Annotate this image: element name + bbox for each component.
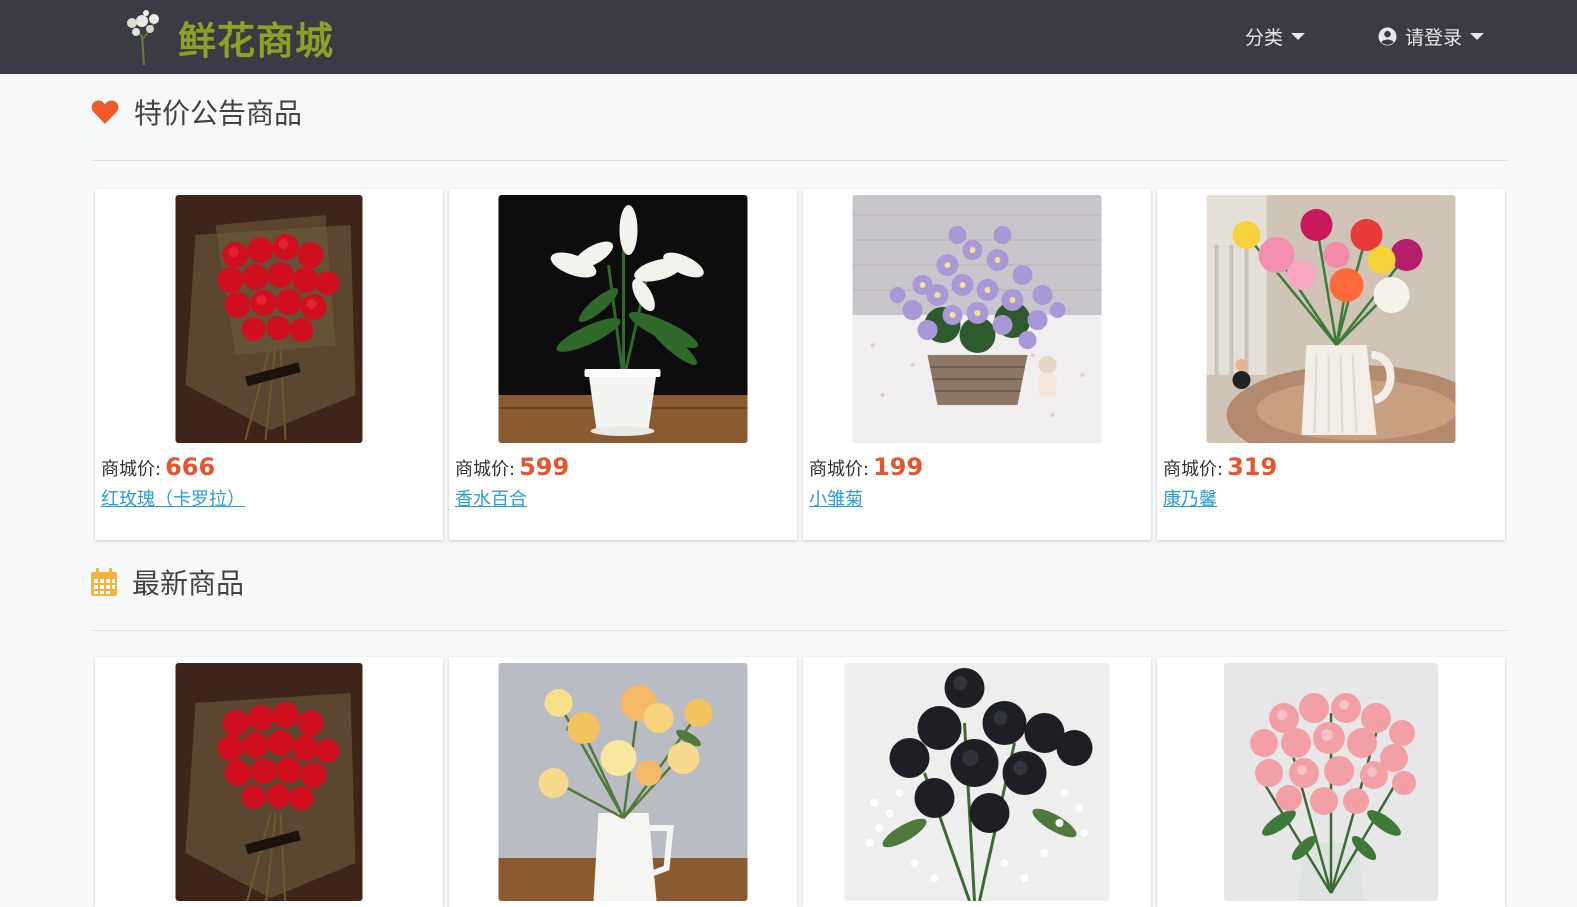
- price-line: 商城价: 666: [101, 453, 215, 481]
- price-label: 商城价:: [809, 459, 870, 480]
- product-name-link[interactable]: 康乃馨: [1163, 485, 1217, 511]
- login-label: 请登录: [1405, 26, 1463, 49]
- product-image-red-rose[interactable]: [175, 195, 363, 443]
- product-name-link[interactable]: 香水百合: [455, 485, 527, 511]
- price-value: 666: [165, 453, 216, 481]
- product-card: [1157, 657, 1505, 907]
- brand-name: 鲜花商城: [178, 18, 335, 63]
- product-card: 商城价: 199 小雏菊: [803, 189, 1151, 540]
- price-value: 599: [519, 453, 570, 481]
- section-title: 最新商品: [132, 567, 245, 600]
- top-navbar: 鲜花商城 分类 请登录: [0, 0, 1577, 74]
- product-card: [803, 657, 1151, 907]
- product-image-daisy[interactable]: [852, 195, 1102, 443]
- product-image-yellow-eustoma[interactable]: [498, 663, 748, 901]
- section-title: 特价公告商品: [134, 97, 303, 130]
- product-image-pink-rose[interactable]: [1224, 663, 1438, 901]
- user-icon: [1378, 26, 1397, 46]
- special-section-header: 特价公告商品: [90, 92, 302, 132]
- price-value: 319: [1227, 453, 1278, 481]
- product-image-black-rose[interactable]: [844, 663, 1110, 901]
- product-card: 商城价: 319 康乃馨: [1157, 189, 1505, 540]
- product-card: [449, 657, 797, 907]
- flower-logo-icon: [127, 10, 159, 66]
- price-line: 商城价: 199: [809, 453, 923, 481]
- category-label: 分类: [1245, 26, 1284, 49]
- special-product-grid: 商城价: 666 红玫瑰（卡罗拉） 商城价: 599 香水百合 商城价: 199…: [95, 189, 1507, 540]
- brand[interactable]: 鲜花商城: [122, 6, 334, 68]
- price-value: 199: [873, 453, 924, 481]
- chevron-down-icon: [1291, 32, 1306, 40]
- chevron-down-icon: [1470, 32, 1485, 40]
- price-label: 商城价:: [1163, 459, 1224, 480]
- section-divider: [92, 630, 1508, 631]
- price-label: 商城价:: [101, 459, 162, 480]
- price-label: 商城价:: [455, 459, 516, 480]
- login-dropdown[interactable]: 请登录: [1378, 22, 1485, 50]
- category-dropdown[interactable]: 分类: [1245, 22, 1306, 50]
- product-card: 商城价: 599 香水百合: [449, 189, 797, 540]
- new-product-grid: [95, 657, 1507, 907]
- product-image-red-rose[interactable]: [175, 663, 363, 901]
- calendar-icon: [91, 568, 117, 596]
- product-card: 商城价: 666 红玫瑰（卡罗拉）: [95, 189, 443, 540]
- price-line: 商城价: 319: [1163, 453, 1277, 481]
- product-card: [95, 657, 443, 907]
- product-name-link[interactable]: 红玫瑰（卡罗拉）: [101, 485, 245, 511]
- new-section-header: 最新商品: [90, 562, 244, 602]
- heart-icon: [91, 100, 119, 124]
- section-divider: [92, 160, 1508, 161]
- product-image-carnation[interactable]: [1206, 195, 1456, 443]
- price-line: 商城价: 599: [455, 453, 569, 481]
- product-image-white-lily[interactable]: [498, 195, 748, 443]
- product-name-link[interactable]: 小雏菊: [809, 485, 863, 511]
